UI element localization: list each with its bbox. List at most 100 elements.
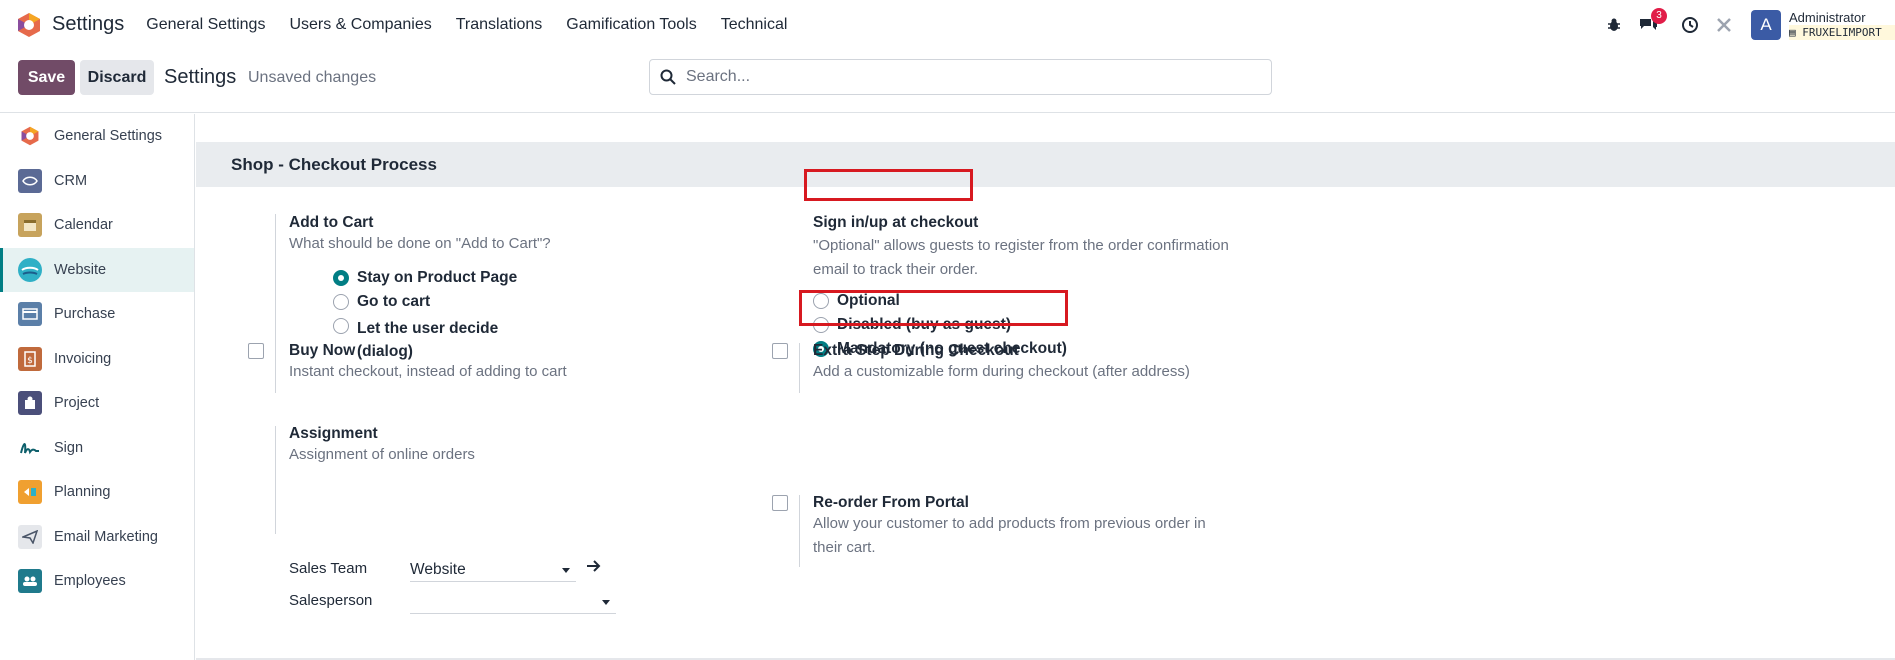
- radio-button[interactable]: [333, 294, 349, 310]
- setting-extra-step: Extra Step During Checkout Add a customi…: [813, 342, 1293, 384]
- sidebar-item-label: Invoicing: [54, 350, 112, 367]
- radio-button[interactable]: [333, 270, 349, 286]
- messages-badge: 3: [1651, 7, 1667, 24]
- database-label: FRUXELIMPORT: [1802, 25, 1882, 39]
- sales-team-select[interactable]: Website: [410, 558, 576, 582]
- setting-assignment: Assignment Assignment of online orders: [289, 425, 669, 467]
- menu-general-settings[interactable]: General Settings: [146, 16, 265, 34]
- section-title: Shop - Checkout Process: [196, 142, 1895, 187]
- description-line: email to track their order.: [813, 261, 979, 278]
- debug-bug-icon[interactable]: [1603, 14, 1625, 36]
- breadcrumb-title: Settings: [164, 66, 237, 88]
- menu-translations[interactable]: Translations: [456, 16, 543, 34]
- arrow-right-icon[interactable]: [586, 559, 602, 573]
- tools-icon[interactable]: [1713, 14, 1735, 36]
- sidebar-item-crm[interactable]: CRM: [0, 159, 194, 204]
- sidebar-item-employees[interactable]: Employees: [0, 559, 194, 604]
- chevron-down-icon: [602, 600, 610, 605]
- sidebar-item-email-marketing[interactable]: Email Marketing: [0, 515, 194, 560]
- sidebar-item-label: Website: [54, 261, 107, 278]
- control-panel: Save Discard Settings Unsaved changes: [0, 50, 1895, 113]
- user-avatar[interactable]: A: [1751, 9, 1781, 40]
- user-name: Administrator: [1789, 9, 1866, 25]
- setting-description: Allow your customer to add products from…: [813, 512, 1293, 560]
- top-navbar: Settings General Settings Users & Compan…: [0, 0, 1895, 49]
- odoo-logo-icon: [18, 124, 42, 148]
- activity-clock-icon[interactable]: [1679, 14, 1701, 36]
- settings-sidebar: General Settings CRM Calendar Website Pu…: [0, 114, 195, 660]
- salesperson-select[interactable]: [410, 590, 616, 614]
- sidebar-item-label: Email Marketing: [54, 528, 158, 545]
- main-menu: General Settings Users & Companies Trans…: [146, 16, 811, 34]
- user-menu[interactable]: Administrator ▤ FRUXELIMPORT: [1789, 10, 1895, 40]
- invoice-icon: $: [18, 346, 42, 371]
- setting-description: What should be done on "Add to Cart"?: [289, 235, 551, 252]
- sidebar-item-label: CRM: [54, 172, 88, 189]
- sidebar-item-planning[interactable]: Planning: [0, 470, 194, 515]
- sidebar-item-purchase[interactable]: Purchase: [0, 292, 194, 337]
- description-line: "Optional" allows guests to register fro…: [813, 237, 1229, 254]
- setting-title: Buy Now: [289, 342, 356, 359]
- sidebar-item-label: Project: [54, 395, 100, 412]
- reorder-portal-checkbox[interactable]: [772, 495, 788, 511]
- radio-label: Stay on Product Page: [357, 269, 518, 286]
- setting-title: Extra Step During Checkout: [813, 342, 1019, 359]
- description-line: their cart.: [813, 539, 876, 556]
- chevron-down-icon: [562, 568, 570, 573]
- search-box[interactable]: [649, 59, 1272, 95]
- menu-gamification-tools[interactable]: Gamification Tools: [566, 16, 696, 34]
- save-button[interactable]: Save: [18, 60, 75, 95]
- radio-stay-on-product-page[interactable]: Stay on Product Page: [333, 269, 669, 287]
- setting-description: "Optional" allows guests to register fro…: [813, 234, 1293, 282]
- discard-button[interactable]: Discard: [80, 60, 154, 95]
- planning-icon: [18, 480, 42, 505]
- radio-go-to-cart[interactable]: Go to cart: [333, 293, 669, 311]
- setting-description: Instant checkout, instead of adding to c…: [289, 363, 567, 380]
- setting-reorder-portal: Re-order From Portal Allow your customer…: [813, 494, 1293, 560]
- sidebar-item-label: General Settings: [54, 128, 163, 145]
- unsaved-status: Unsaved changes: [248, 69, 377, 86]
- setting-title: Sign in/up at checkout: [813, 214, 979, 231]
- setting-divider: [275, 426, 276, 534]
- card-icon: [18, 302, 42, 327]
- setting-divider: [799, 343, 800, 393]
- sidebar-item-label: Employees: [54, 573, 126, 590]
- sales-team-label: Sales Team: [289, 560, 368, 577]
- sales-team-value: Website: [410, 560, 466, 578]
- app-title[interactable]: Settings: [52, 13, 124, 36]
- buy-now-checkbox[interactable]: [248, 343, 264, 359]
- menu-technical[interactable]: Technical: [721, 16, 788, 34]
- sidebar-item-label: Planning: [54, 484, 111, 501]
- sidebar-item-project[interactable]: Project: [0, 381, 194, 426]
- calendar-icon: [18, 213, 42, 238]
- sidebar-item-calendar[interactable]: Calendar: [0, 203, 194, 248]
- salesperson-label: Salesperson: [289, 592, 373, 609]
- database-name: ▤ FRUXELIMPORT: [1789, 24, 1895, 40]
- search-input[interactable]: [684, 67, 1244, 87]
- sidebar-item-website[interactable]: Website: [0, 247, 194, 292]
- puzzle-icon: [18, 391, 42, 416]
- paper-plane-icon: [18, 524, 42, 549]
- highlight-box-sign-in-title: [804, 169, 973, 201]
- sidebar-item-invoicing[interactable]: $ Invoicing: [0, 337, 194, 382]
- sidebar-item-general-settings[interactable]: General Settings: [0, 114, 194, 159]
- extra-step-checkbox[interactable]: [772, 343, 788, 359]
- sidebar-item-label: Sign: [54, 439, 84, 456]
- menu-users-companies[interactable]: Users & Companies: [289, 16, 431, 34]
- database-icon: ▤: [1789, 25, 1803, 39]
- sidebar-item-sign[interactable]: Sign: [0, 426, 194, 471]
- odoo-logo-icon[interactable]: [16, 12, 42, 38]
- setting-title: Add to Cart: [289, 214, 374, 231]
- radio-button[interactable]: [333, 318, 349, 334]
- setting-title: Re-order From Portal: [813, 494, 969, 511]
- svg-text:$: $: [27, 356, 33, 366]
- messages-icon[interactable]: 3: [1637, 7, 1667, 36]
- settings-content: Shop - Checkout Process Add to Cart What…: [196, 114, 1895, 660]
- highlight-box-mandatory-option: [799, 290, 1068, 326]
- handshake-icon: [18, 168, 42, 193]
- setting-title: Assignment: [289, 425, 378, 442]
- description-line: Allow your customer to add products from…: [813, 515, 1206, 532]
- setting-divider: [275, 343, 276, 393]
- setting-description: Assignment of online orders: [289, 446, 475, 463]
- people-icon: [18, 569, 42, 594]
